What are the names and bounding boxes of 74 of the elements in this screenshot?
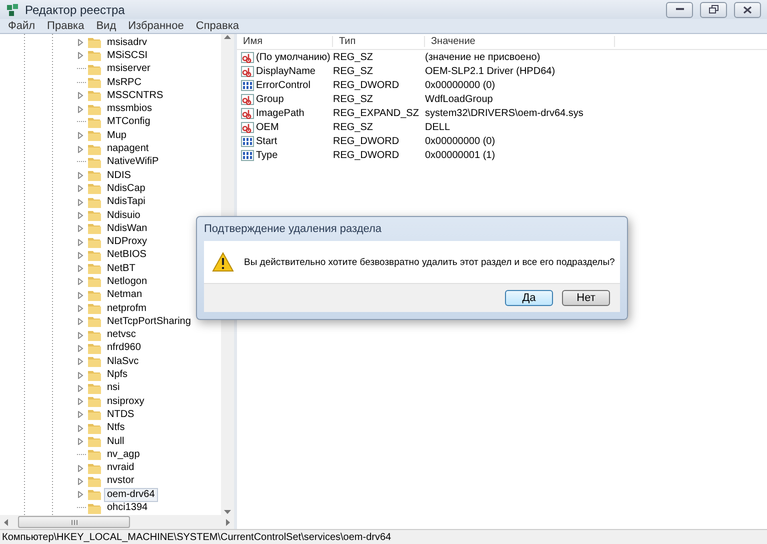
- value-name: ImagePath: [256, 108, 304, 119]
- menu-item[interactable]: Избранное: [124, 20, 188, 32]
- tree-item[interactable]: NlaSvc: [104, 354, 142, 369]
- value-type: REG_DWORD: [333, 150, 400, 162]
- status-bar: Компьютер\HKEY_LOCAL_MACHINE\SYSTEM\CurrentControlSet\services\oem-drv64: [0, 529, 767, 544]
- tree-item[interactable]: oem-drv64: [104, 488, 158, 502]
- value-name: DisplayName: [256, 66, 316, 77]
- tree-item[interactable]: Ndisuio: [104, 208, 144, 223]
- value-data: system32\DRIVERS\oem-drv64.sys: [425, 108, 584, 119]
- tree-item[interactable]: MSSCNTRS: [104, 88, 166, 103]
- tree-item[interactable]: NetTcpPortSharing: [104, 314, 194, 329]
- value-name: OEM: [256, 122, 279, 134]
- tree-item[interactable]: nsi: [104, 381, 123, 396]
- tree-item[interactable]: NTDS: [104, 408, 138, 422]
- value-type: REG_DWORD: [333, 136, 400, 148]
- tree-item[interactable]: Netman: [104, 288, 146, 302]
- value-name: (По умолчанию): [256, 52, 330, 63]
- value-type: REG_SZ: [333, 66, 374, 77]
- tree-item[interactable]: NetBT: [104, 262, 138, 276]
- tree-item[interactable]: NDProxy: [104, 235, 150, 250]
- tree-item[interactable]: Ntfs: [104, 421, 128, 436]
- tree-item[interactable]: mssmbios: [104, 102, 156, 116]
- tree-item[interactable]: NDIS: [104, 168, 134, 183]
- tree-item[interactable]: Null: [104, 434, 128, 449]
- value-type: REG_SZ: [333, 122, 374, 134]
- tree-item[interactable]: nv_agp: [104, 448, 143, 462]
- tree-item[interactable]: NetBIOS: [104, 248, 150, 262]
- value-data: 0x00000001 (1): [425, 150, 496, 162]
- column-header[interactable]: Имя: [237, 36, 333, 47]
- value-name: Type: [256, 150, 278, 162]
- tree-item[interactable]: MTConfig: [104, 115, 154, 130]
- tree-item[interactable]: NativeWifiP: [104, 155, 162, 170]
- dialog-title: Подтверждение удаления раздела: [204, 223, 382, 235]
- value-data: 0x00000000 (0): [425, 80, 496, 91]
- tree-item[interactable]: napagent: [104, 142, 152, 156]
- tree-item[interactable]: MSiSCSI: [104, 48, 151, 63]
- tree-item[interactable]: nvraid: [104, 461, 138, 476]
- tree-item[interactable]: msiserver: [104, 62, 154, 76]
- tree-item[interactable]: NdisCap: [104, 182, 148, 196]
- value-name: Group: [256, 94, 284, 105]
- tree-item[interactable]: ohci1394: [104, 501, 151, 515]
- tree-item[interactable]: netvsc: [104, 328, 139, 342]
- tree-item[interactable]: Mup: [104, 128, 130, 143]
- value-type: REG_EXPAND_SZ: [333, 108, 420, 119]
- menu-item[interactable]: Правка: [43, 20, 88, 32]
- value-type: REG_SZ: [333, 94, 374, 105]
- tree-item[interactable]: nfrd960: [104, 341, 144, 356]
- value-type: REG_SZ: [333, 52, 374, 63]
- value-data: OEM-SLP2.1 Driver (HPD64): [425, 66, 556, 77]
- tree-item[interactable]: NdisTapi: [104, 195, 148, 210]
- tree-item[interactable]: msisadrv: [104, 36, 150, 50]
- column-header[interactable]: Тип: [333, 36, 425, 47]
- tree-item[interactable]: Npfs: [104, 368, 131, 382]
- menu-item[interactable]: Вид: [92, 20, 120, 32]
- menu-item[interactable]: Файл: [4, 20, 40, 32]
- value-name: Start: [256, 136, 278, 148]
- window-title: Редактор реестра: [25, 2, 126, 16]
- column-header[interactable]: Значение: [425, 36, 615, 47]
- dialog-message: Вы действительно хотите безвозвратно удалить этот раздел и все его подразделы?: [244, 256, 615, 268]
- tree-item[interactable]: MsRPC: [104, 76, 144, 90]
- menu-item[interactable]: Справка: [192, 20, 244, 32]
- value-data: 0x00000000 (0): [425, 136, 496, 148]
- tree-item[interactable]: netprofm: [104, 302, 150, 316]
- tree-item[interactable]: NdisWan: [104, 222, 150, 236]
- value-type: REG_DWORD: [333, 80, 400, 91]
- tree-item[interactable]: nsiproxy: [104, 394, 148, 409]
- value-data: WdfLoadGroup: [425, 94, 494, 105]
- tree-item[interactable]: nvstor: [104, 474, 138, 488]
- dialog-button[interactable]: Да: [505, 290, 553, 306]
- dialog-button[interactable]: Нет: [562, 290, 610, 306]
- value-data: (значение не присвоено): [425, 52, 542, 63]
- tree-item[interactable]: Netlogon: [104, 275, 150, 289]
- value-name: ErrorControl: [256, 80, 310, 91]
- value-data: DELL: [425, 122, 452, 134]
